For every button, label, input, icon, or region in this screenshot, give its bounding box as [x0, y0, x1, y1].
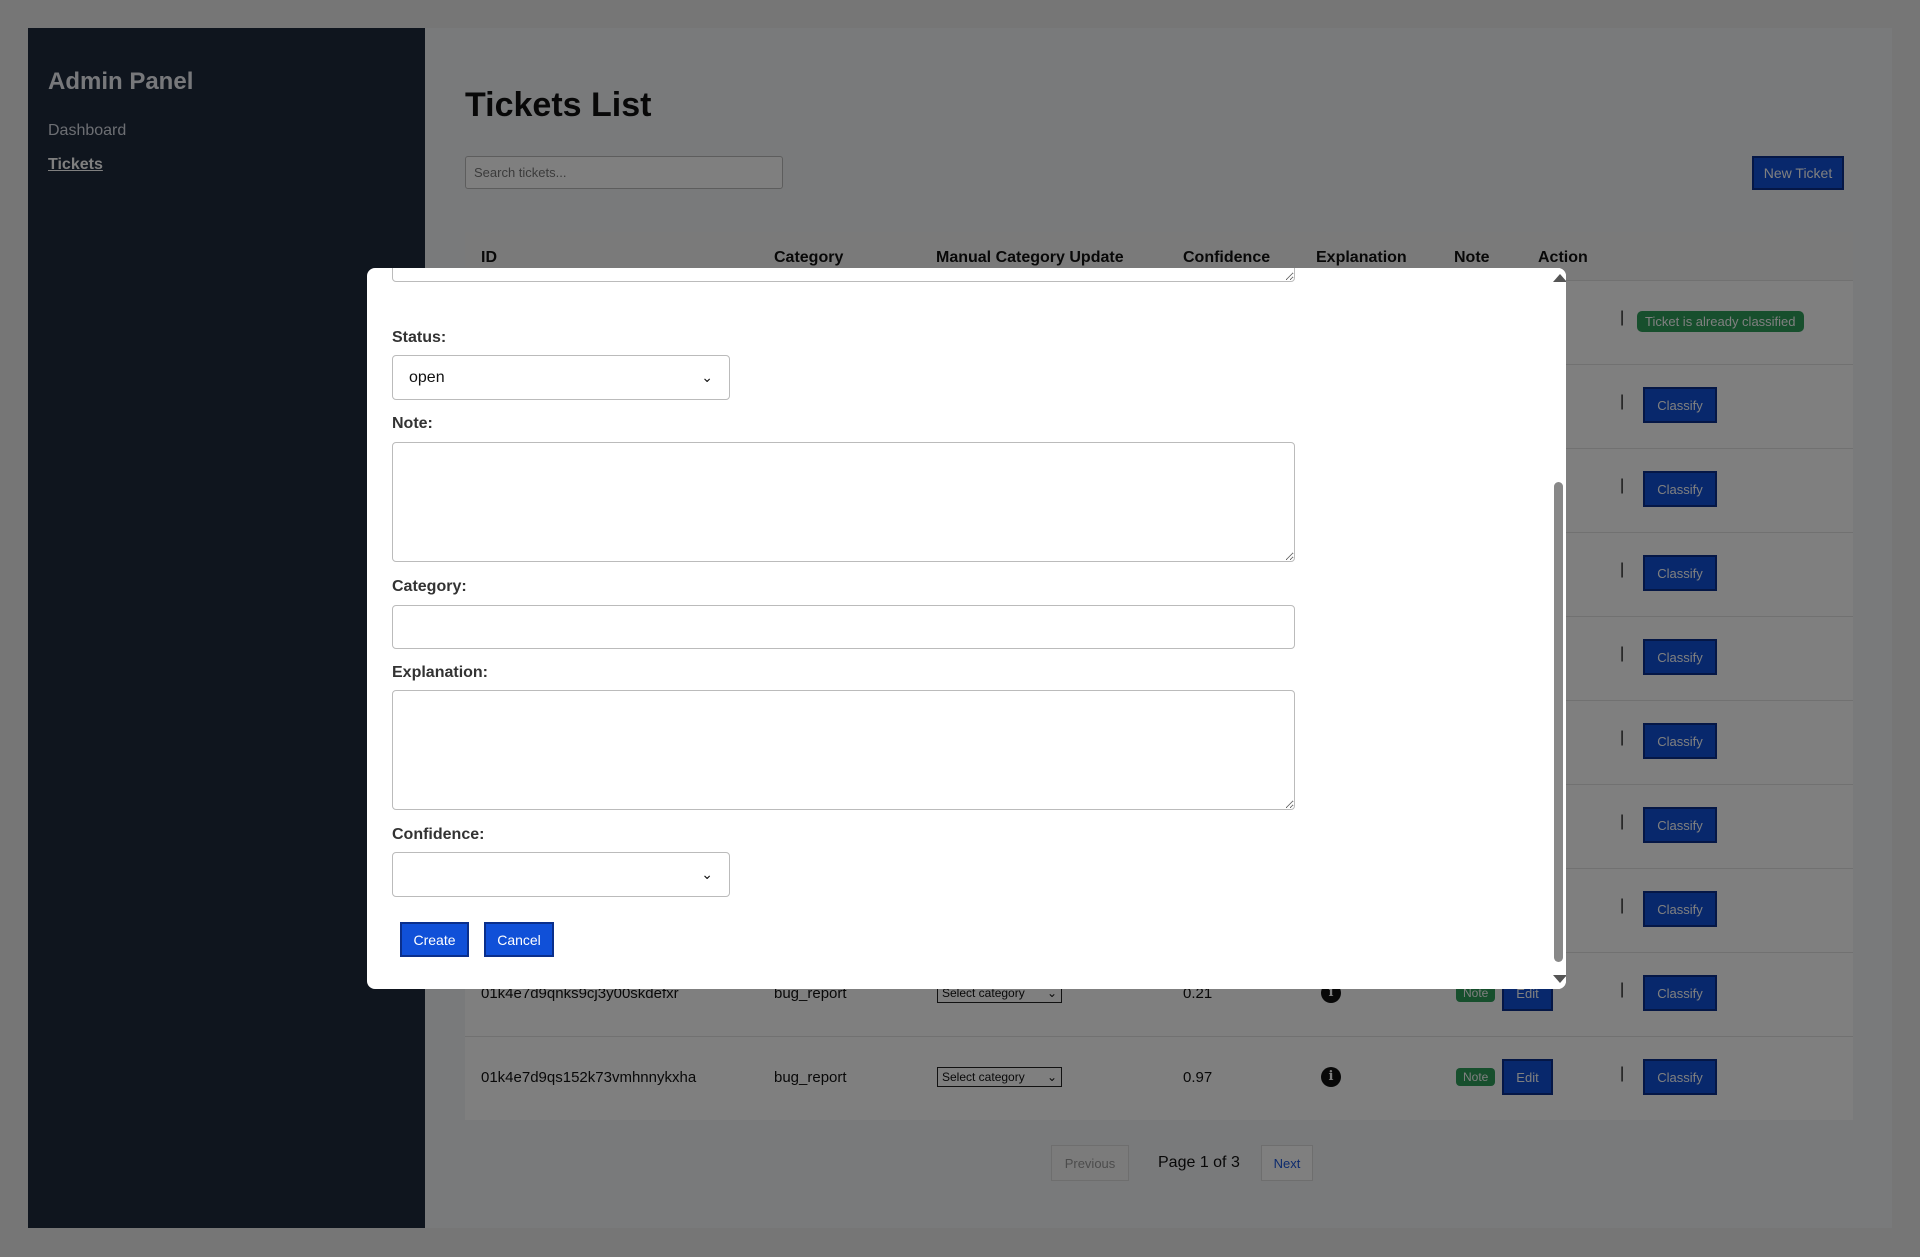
- explanation-label: Explanation:: [392, 664, 489, 681]
- create-ticket-modal: Status: open ⌄ Note: Category: Explanati…: [367, 268, 1566, 989]
- scroll-down-arrow-icon[interactable]: [1553, 975, 1566, 983]
- chevron-down-icon: ⌄: [701, 369, 713, 385]
- modal-scrollbar[interactable]: [1550, 268, 1566, 989]
- confidence-select[interactable]: ⌄: [392, 852, 730, 897]
- scrollbar-thumb[interactable]: [1554, 482, 1563, 962]
- cancel-button[interactable]: Cancel: [484, 922, 554, 957]
- description-textarea[interactable]: [392, 268, 1295, 282]
- explanation-textarea[interactable]: [392, 690, 1295, 810]
- note-textarea[interactable]: [392, 442, 1295, 562]
- create-button[interactable]: Create: [400, 922, 469, 957]
- status-select[interactable]: open ⌄: [392, 355, 730, 400]
- status-value: open: [409, 368, 445, 386]
- confidence-label: Confidence:: [392, 826, 485, 843]
- chevron-down-icon: ⌄: [701, 866, 713, 882]
- status-label: Status:: [392, 329, 447, 346]
- category-input[interactable]: [392, 605, 1295, 649]
- note-label: Note:: [392, 415, 433, 432]
- scroll-up-arrow-icon[interactable]: [1553, 274, 1566, 282]
- category-label: Category:: [392, 578, 467, 595]
